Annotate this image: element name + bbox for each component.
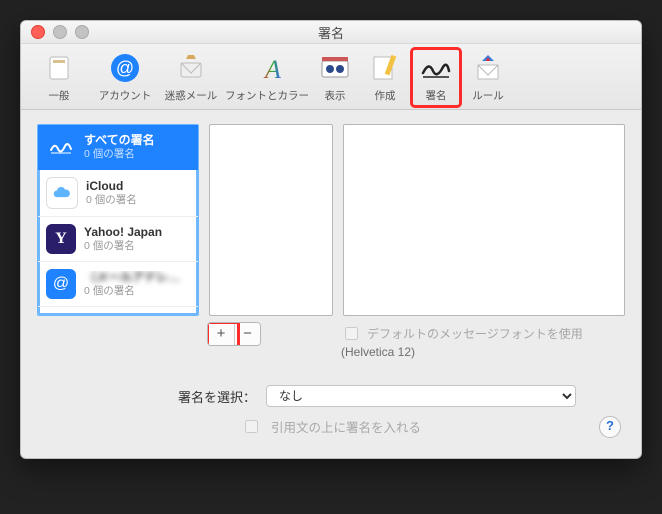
- tab-label: 表示: [325, 88, 346, 103]
- signatures-icon: [418, 50, 454, 86]
- signature-list[interactable]: [209, 124, 333, 316]
- use-default-font-row: デフォルトのメッセージフォントを使用: [341, 324, 625, 343]
- signature-icon: [46, 132, 76, 162]
- account-sub: 0 個の署名: [84, 148, 155, 160]
- tab-label: アカウント: [99, 88, 152, 103]
- body: すべての署名 0 個の署名 iCloud 0 個の署名 Y: [21, 110, 641, 458]
- general-icon: [41, 50, 77, 86]
- tab-label: 作成: [375, 88, 396, 103]
- tab-signatures[interactable]: 署名: [411, 48, 461, 107]
- above-quote-checkbox[interactable]: [245, 420, 258, 433]
- account-icloud[interactable]: iCloud 0 個の署名: [38, 170, 198, 217]
- above-quote-label: 引用文の上に署名を入れる: [271, 417, 421, 436]
- account-sub: 0 個の署名: [86, 194, 137, 206]
- preferences-window: 署名 一般 @ アカウント 迷惑メール A フォントとカラー: [20, 20, 642, 459]
- remove-signature-button[interactable]: −: [234, 323, 260, 345]
- tab-composing[interactable]: 作成: [361, 48, 409, 107]
- tab-label: 署名: [426, 88, 447, 103]
- choose-signature-label: 署名を選択：: [86, 387, 256, 406]
- above-quote-row: 引用文の上に署名を入れる ?: [37, 417, 625, 436]
- font-description: (Helvetica 12): [341, 345, 625, 359]
- account-all-signatures[interactable]: すべての署名 0 個の署名: [38, 125, 198, 170]
- account-title: Yahoo! Japan: [84, 226, 162, 240]
- icloud-icon: [46, 177, 78, 209]
- help-button[interactable]: ?: [599, 416, 621, 438]
- tab-fonts-colors[interactable]: A フォントとカラー: [225, 48, 309, 107]
- accounts-icon: @: [107, 50, 143, 86]
- at-icon: @: [46, 269, 76, 299]
- choose-signature-select[interactable]: なし: [266, 385, 576, 407]
- account-sub: 0 個の署名: [84, 285, 190, 297]
- choose-signature-row: 署名を選択： なし: [37, 385, 625, 407]
- fonts-colors-icon: A: [249, 50, 285, 86]
- tab-viewing[interactable]: 表示: [311, 48, 359, 107]
- signature-editor[interactable]: [343, 124, 625, 316]
- tab-label: 迷惑メール: [165, 88, 218, 103]
- svg-text:A: A: [263, 55, 281, 84]
- tab-label: フォントとカラー: [225, 88, 309, 103]
- svg-text:@: @: [116, 58, 134, 78]
- tab-rules[interactable]: ルール: [463, 48, 513, 107]
- account-title: iCloud: [86, 180, 137, 194]
- composing-icon: [367, 50, 403, 86]
- tab-label: 一般: [49, 88, 70, 103]
- account-other[interactable]: @ （メールアドレス） 0 個の署名: [38, 262, 198, 307]
- toolbar: 一般 @ アカウント 迷惑メール A フォントとカラー 表示: [21, 44, 641, 110]
- yahoo-icon: Y: [46, 224, 76, 254]
- account-title: すべての署名: [84, 134, 155, 148]
- add-signature-button[interactable]: +: [208, 323, 234, 345]
- tab-general[interactable]: 一般: [27, 48, 91, 107]
- titlebar: 署名: [21, 21, 641, 44]
- tab-junk[interactable]: 迷惑メール: [159, 48, 223, 107]
- use-default-font-label: デフォルトのメッセージフォントを使用: [367, 325, 583, 342]
- account-title: （メールアドレス）: [84, 271, 190, 285]
- account-sub: 0 個の署名: [84, 240, 162, 252]
- junk-icon: [173, 50, 209, 86]
- account-yahoo[interactable]: Y Yahoo! Japan 0 個の署名: [38, 217, 198, 262]
- window-title: 署名: [21, 23, 641, 42]
- rules-icon: [470, 50, 506, 86]
- viewing-icon: [317, 50, 353, 86]
- use-default-font-checkbox[interactable]: [345, 327, 358, 340]
- account-list[interactable]: すべての署名 0 個の署名 iCloud 0 個の署名 Y: [37, 124, 199, 316]
- panels: すべての署名 0 個の署名 iCloud 0 個の署名 Y: [37, 124, 625, 316]
- tab-accounts[interactable]: @ アカウント: [93, 48, 157, 107]
- add-remove-group: + −: [207, 322, 261, 346]
- tab-label: ルール: [472, 88, 504, 103]
